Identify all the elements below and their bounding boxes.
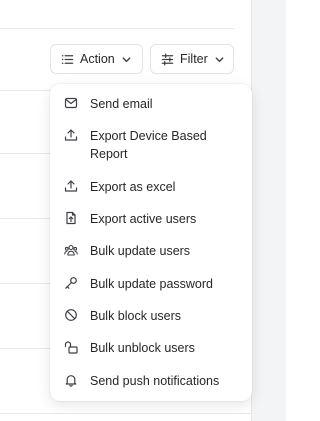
- menu-item-send-email[interactable]: Send email: [50, 95, 252, 113]
- sliders-icon: [161, 53, 174, 66]
- menu-item-export-device-based-report[interactable]: Export Device Based Report: [50, 127, 252, 163]
- menu-item-label: Bulk block users: [90, 309, 182, 323]
- menu-item-label: Bulk update users: [90, 244, 191, 258]
- table-row-divider: [0, 413, 251, 414]
- users-icon: [64, 243, 78, 257]
- menu-item-bulk-update-password[interactable]: Bulk update password: [50, 275, 252, 293]
- menu-item-send-push-notifications[interactable]: Send push notifications: [50, 372, 252, 390]
- filter-button[interactable]: Filter: [150, 44, 234, 74]
- menu-item-label: Export active users: [90, 212, 197, 226]
- menu-item-label: Bulk update password: [90, 277, 213, 291]
- key-icon: [64, 276, 78, 290]
- menu-item-bulk-unblock-users[interactable]: Bulk unblock users: [50, 339, 252, 357]
- ban-icon: [64, 308, 78, 322]
- bell-icon: [64, 373, 78, 387]
- mail-icon: [64, 96, 78, 110]
- upload-icon: [64, 179, 78, 193]
- menu-item-label: Send push notifications: [90, 374, 220, 388]
- action-dropdown-menu: Send email Export Device Based Report Ex…: [50, 84, 252, 401]
- menu-item-label: Export as excel: [90, 180, 176, 194]
- file-export-icon: [64, 211, 78, 225]
- scroll-gutter: [251, 0, 286, 421]
- menu-item-export-as-excel[interactable]: Export as excel: [50, 178, 252, 196]
- upload-icon: [64, 128, 78, 142]
- divider: [0, 28, 234, 29]
- menu-item-label: Bulk unblock users: [90, 341, 195, 355]
- action-button[interactable]: Action: [50, 44, 143, 74]
- chevron-down-icon: [121, 54, 132, 65]
- menu-item-bulk-block-users[interactable]: Bulk block users: [50, 307, 252, 325]
- filter-button-label: Filter: [180, 52, 208, 66]
- action-button-label: Action: [80, 52, 115, 66]
- list-icon: [61, 53, 74, 66]
- chevron-down-icon: [214, 54, 225, 65]
- menu-item-label: Export Device Based Report: [90, 129, 207, 161]
- menu-item-label: Send email: [90, 97, 153, 111]
- menu-item-export-active-users[interactable]: Export active users: [50, 210, 252, 228]
- menu-item-bulk-update-users[interactable]: Bulk update users: [50, 242, 252, 260]
- unlock-icon: [64, 340, 78, 354]
